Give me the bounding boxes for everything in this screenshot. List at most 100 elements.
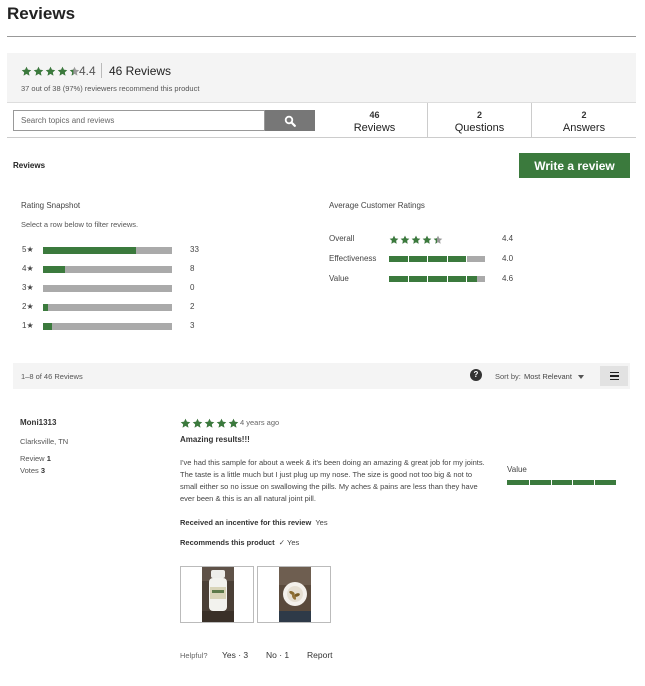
- snapshot-bar: [43, 285, 172, 292]
- star-icon: [204, 418, 215, 429]
- incentive-label: Received an incentive for this review: [180, 518, 312, 527]
- report-button[interactable]: Report: [307, 650, 333, 660]
- star-icon: [400, 235, 410, 245]
- bar-segment: [572, 480, 574, 485]
- summary-stars: [21, 64, 81, 82]
- summary-divider: [101, 63, 102, 78]
- incentive-value: Yes: [315, 518, 328, 527]
- star-icon: [180, 418, 191, 429]
- bar-segment: [528, 480, 530, 485]
- rating-snapshot-row[interactable]: 4★ 8: [22, 263, 212, 275]
- review-photo-bottle[interactable]: [180, 566, 254, 623]
- star-icon: [422, 235, 432, 245]
- review-author[interactable]: Moni1313: [20, 418, 56, 427]
- search-button[interactable]: [265, 110, 315, 131]
- average-rating: 4.4: [79, 64, 96, 78]
- reviews-count[interactable]: 46 Reviews: [109, 64, 171, 78]
- tab-questions-count: 2: [476, 110, 482, 120]
- review-title: Amazing results!!!: [180, 435, 250, 444]
- snapshot-count: 3: [190, 321, 195, 330]
- snapshot-bar: [43, 266, 172, 273]
- average-rating-fill: [389, 276, 478, 282]
- star-icon: [21, 66, 32, 77]
- bar-segment: [594, 480, 596, 485]
- average-ratings-title: Average Customer Ratings: [329, 201, 425, 210]
- bar-segment: [446, 256, 448, 262]
- help-icon[interactable]: ?: [470, 369, 482, 381]
- tab-answers-count: 2: [581, 110, 587, 120]
- bottle-photo: [202, 567, 234, 622]
- average-rating-row: Overall 4.4: [329, 233, 519, 245]
- sort-select[interactable]: Most Relevant: [524, 372, 572, 381]
- review-photo-pills[interactable]: [257, 566, 331, 623]
- average-rating-row: Effectiveness 4.0: [329, 253, 519, 265]
- recommends-value: ✓ Yes: [278, 538, 300, 547]
- page-title: Reviews: [7, 4, 76, 23]
- reviews-tabs-bar: Search topics and reviews 46 Reviews 2 Q…: [7, 102, 636, 138]
- bar-segment: [427, 256, 429, 262]
- bar-segment: [408, 276, 410, 282]
- pills-photo: [279, 567, 311, 622]
- review-location: Clarksville, TN: [20, 437, 69, 446]
- average-rating-row: Value 4.6: [329, 273, 519, 285]
- star-icon: [57, 66, 68, 77]
- average-rating-label: Value: [329, 274, 349, 283]
- average-rating-bar: [389, 276, 485, 282]
- write-review-button[interactable]: Write a review: [519, 153, 630, 178]
- sort-bar: 1–8 of 46 Reviews ? Sort by: Most Releva…: [13, 363, 630, 389]
- rating-snapshot-title: Rating Snapshot: [21, 201, 81, 210]
- rating-snapshot-row[interactable]: 1★ 3: [22, 320, 212, 332]
- search-input[interactable]: Search topics and reviews: [13, 110, 265, 131]
- average-rating-label: Overall: [329, 234, 355, 243]
- recommends-label: Recommends this product: [180, 538, 275, 547]
- rating-snapshot-row[interactable]: 2★ 2: [22, 301, 212, 313]
- author-review-count: Review 1: [20, 454, 51, 463]
- snapshot-star-label: 4★: [22, 264, 34, 273]
- helpful-no-button[interactable]: No · 1: [266, 650, 289, 660]
- rating-snapshot-hint: Select a row below to filter reviews.: [21, 220, 139, 229]
- recommends-line: Recommends this product ✓ Yes: [180, 538, 299, 547]
- tab-answers-label: Answers: [562, 122, 606, 134]
- bar-segment: [465, 276, 467, 282]
- menu-icon[interactable]: [600, 366, 628, 386]
- snapshot-star-label: 1★: [22, 321, 34, 330]
- tab-answers[interactable]: 2 Answers: [531, 103, 636, 138]
- snapshot-bar-fill: [43, 323, 53, 330]
- star-icon: [411, 235, 421, 245]
- review-count-label: Review: [20, 454, 45, 463]
- rating-summary: 4.4 46 Reviews 37 out of 38 (97%) review…: [7, 53, 636, 103]
- review-stars: [180, 416, 240, 434]
- tab-questions[interactable]: 2 Questions: [427, 103, 531, 138]
- snapshot-count: 2: [190, 302, 195, 311]
- snapshot-count: 8: [190, 264, 195, 273]
- tab-reviews[interactable]: 46 Reviews: [322, 103, 427, 138]
- section-label: Reviews: [13, 161, 46, 170]
- rating-snapshot-row[interactable]: 5★ 33: [22, 244, 212, 256]
- helpful-yes-button[interactable]: Yes · 3: [222, 650, 248, 660]
- review-body: I've had this sample for about a week & …: [180, 458, 485, 503]
- star-icon: [216, 418, 227, 429]
- snapshot-bar: [43, 304, 172, 311]
- incentive-line: Received an incentive for this review Ye…: [180, 518, 328, 527]
- rating-snapshot-row[interactable]: 3★ 0: [22, 282, 212, 294]
- bar-segment: [550, 480, 552, 485]
- tab-reviews-label: Reviews: [353, 122, 396, 134]
- snapshot-count: 33: [190, 245, 199, 254]
- chevron-down-icon[interactable]: [578, 375, 584, 379]
- search-icon: [284, 115, 296, 127]
- votes-value: 3: [40, 466, 46, 475]
- star-icon: [389, 235, 399, 245]
- title-divider: [7, 36, 636, 37]
- snapshot-bar-fill: [43, 266, 65, 273]
- review-date: 4 years ago: [240, 418, 280, 427]
- star-icon: [433, 235, 443, 245]
- recommend-text: 37 out of 38 (97%) reviewers recommend t…: [21, 84, 200, 93]
- star-icon: [33, 66, 44, 77]
- snapshot-bar: [43, 323, 172, 330]
- average-rating-value: 4.4: [502, 234, 514, 243]
- bar-segment: [465, 256, 467, 262]
- bar-segment: [427, 276, 429, 282]
- snapshot-star-label: 2★: [22, 302, 34, 311]
- snapshot-bar-fill: [43, 304, 49, 311]
- review-count-value: 1: [46, 454, 51, 463]
